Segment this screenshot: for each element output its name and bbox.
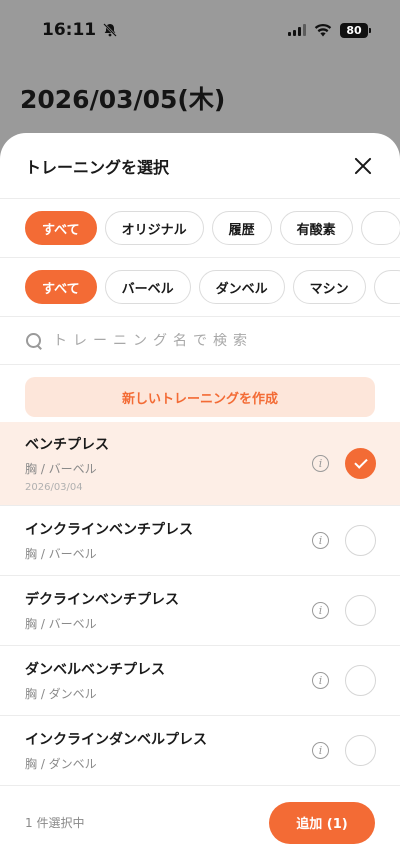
select-checkbox[interactable] [345,525,376,556]
training-category: 胸 / ダンベル [25,757,97,771]
select-checkbox[interactable] [345,735,376,766]
equipment-chip-more[interactable] [373,270,400,304]
select-checkbox[interactable] [345,595,376,626]
create-training-button[interactable]: 新しいトレーニングを作成 [25,377,375,417]
training-item-text: デクラインベンチプレス 胸 / バーベル [25,589,179,632]
equipment-chip-barbell[interactable]: バーベル [104,270,191,304]
training-item-actions: i [312,525,376,556]
select-checkbox[interactable] [345,448,376,479]
selected-count: 1 件選択中 [25,816,85,830]
training-item-bench-press[interactable]: ベンチプレス 胸 / バーベル 2026/03/04 i [0,422,400,506]
battery-level: 80 [346,23,362,37]
source-filter-row: すべて オリジナル 履歴 有酸素 [0,199,400,258]
filter-chip-all[interactable]: すべて [25,211,97,245]
filter-chip-cardio[interactable]: 有酸素 [279,211,353,245]
training-item-text: インクラインベンチプレス 胸 / バーベル [25,519,193,562]
clock: 16:11 [42,20,118,40]
equipment-chip-all[interactable]: すべて [25,270,97,304]
training-item-actions: i [312,735,376,766]
training-list: ベンチプレス 胸 / バーベル 2026/03/04 i インクラインベンチプレ… [0,422,400,786]
training-category: 胸 / バーベル [25,547,97,561]
info-icon[interactable]: i [312,672,329,689]
search-input[interactable] [53,332,373,349]
training-item-actions: i [312,595,376,626]
training-name: インクラインダンベルプレス [25,732,207,748]
training-item-incline-dumbbell-press[interactable]: インクラインダンベルプレス 胸 / ダンベル i [0,716,400,786]
info-icon[interactable]: i [312,455,329,472]
training-item-dumbbell-bench-press[interactable]: ダンベルベンチプレス 胸 / ダンベル i [0,646,400,716]
training-item-text: ベンチプレス 胸 / バーベル 2026/03/04 [25,434,109,493]
training-category: 胸 / ダンベル [25,687,97,701]
sheet-header: トレーニングを選択 [0,133,400,199]
training-item-text: インクラインダンベルプレス 胸 / ダンベル [25,729,207,772]
add-button[interactable]: 追加 (1) [269,801,375,844]
search-icon [25,332,43,350]
status-indicators: 80 [288,22,371,38]
training-item-actions: i [312,448,376,479]
equipment-chip-dumbbell[interactable]: ダンベル [198,270,285,304]
training-name: インクラインベンチプレス [25,522,193,538]
filter-chip-history[interactable]: 履歴 [211,211,272,245]
equipment-filter-row: すべて バーベル ダンベル マシン [0,258,400,317]
training-select-sheet: トレーニングを選択 すべて オリジナル 履歴 有酸素 すべて バーベル ダンベル… [0,133,400,867]
search-bar [0,317,400,365]
training-name: デクラインベンチプレス [25,592,179,608]
wifi-icon [314,23,332,37]
sheet-title: トレーニングを選択 [25,157,170,177]
training-category: 胸 / バーベル [25,462,97,476]
equipment-chip-machine[interactable]: マシン [292,270,366,304]
select-checkbox[interactable] [345,665,376,696]
training-name: ダンベルベンチプレス [25,662,165,678]
status-bar: 16:11 80 [0,0,400,60]
sheet-footer: 1 件選択中 追加 (1) [0,790,400,867]
training-item-text: ダンベルベンチプレス 胸 / ダンベル [25,659,165,702]
training-last-date: 2026/03/04 [25,482,83,493]
info-icon[interactable]: i [312,602,329,619]
training-item-actions: i [312,665,376,696]
clock-time: 16:11 [42,20,97,40]
training-item-incline-bench-press[interactable]: インクラインベンチプレス 胸 / バーベル i [0,506,400,576]
filter-chip-more[interactable] [360,211,400,245]
training-item-decline-bench-press[interactable]: デクラインベンチプレス 胸 / バーベル i [0,576,400,646]
bell-off-icon [103,23,117,37]
background-date-title: 2026/03/05(木) [20,85,226,114]
battery-icon: 80 [340,22,371,38]
training-category: 胸 / バーベル [25,617,97,631]
info-icon[interactable]: i [312,532,329,549]
training-name: ベンチプレス [25,437,109,453]
info-icon[interactable]: i [312,742,329,759]
signal-icon [288,24,306,36]
close-icon[interactable] [352,155,374,177]
filter-chip-original[interactable]: オリジナル [104,211,204,245]
